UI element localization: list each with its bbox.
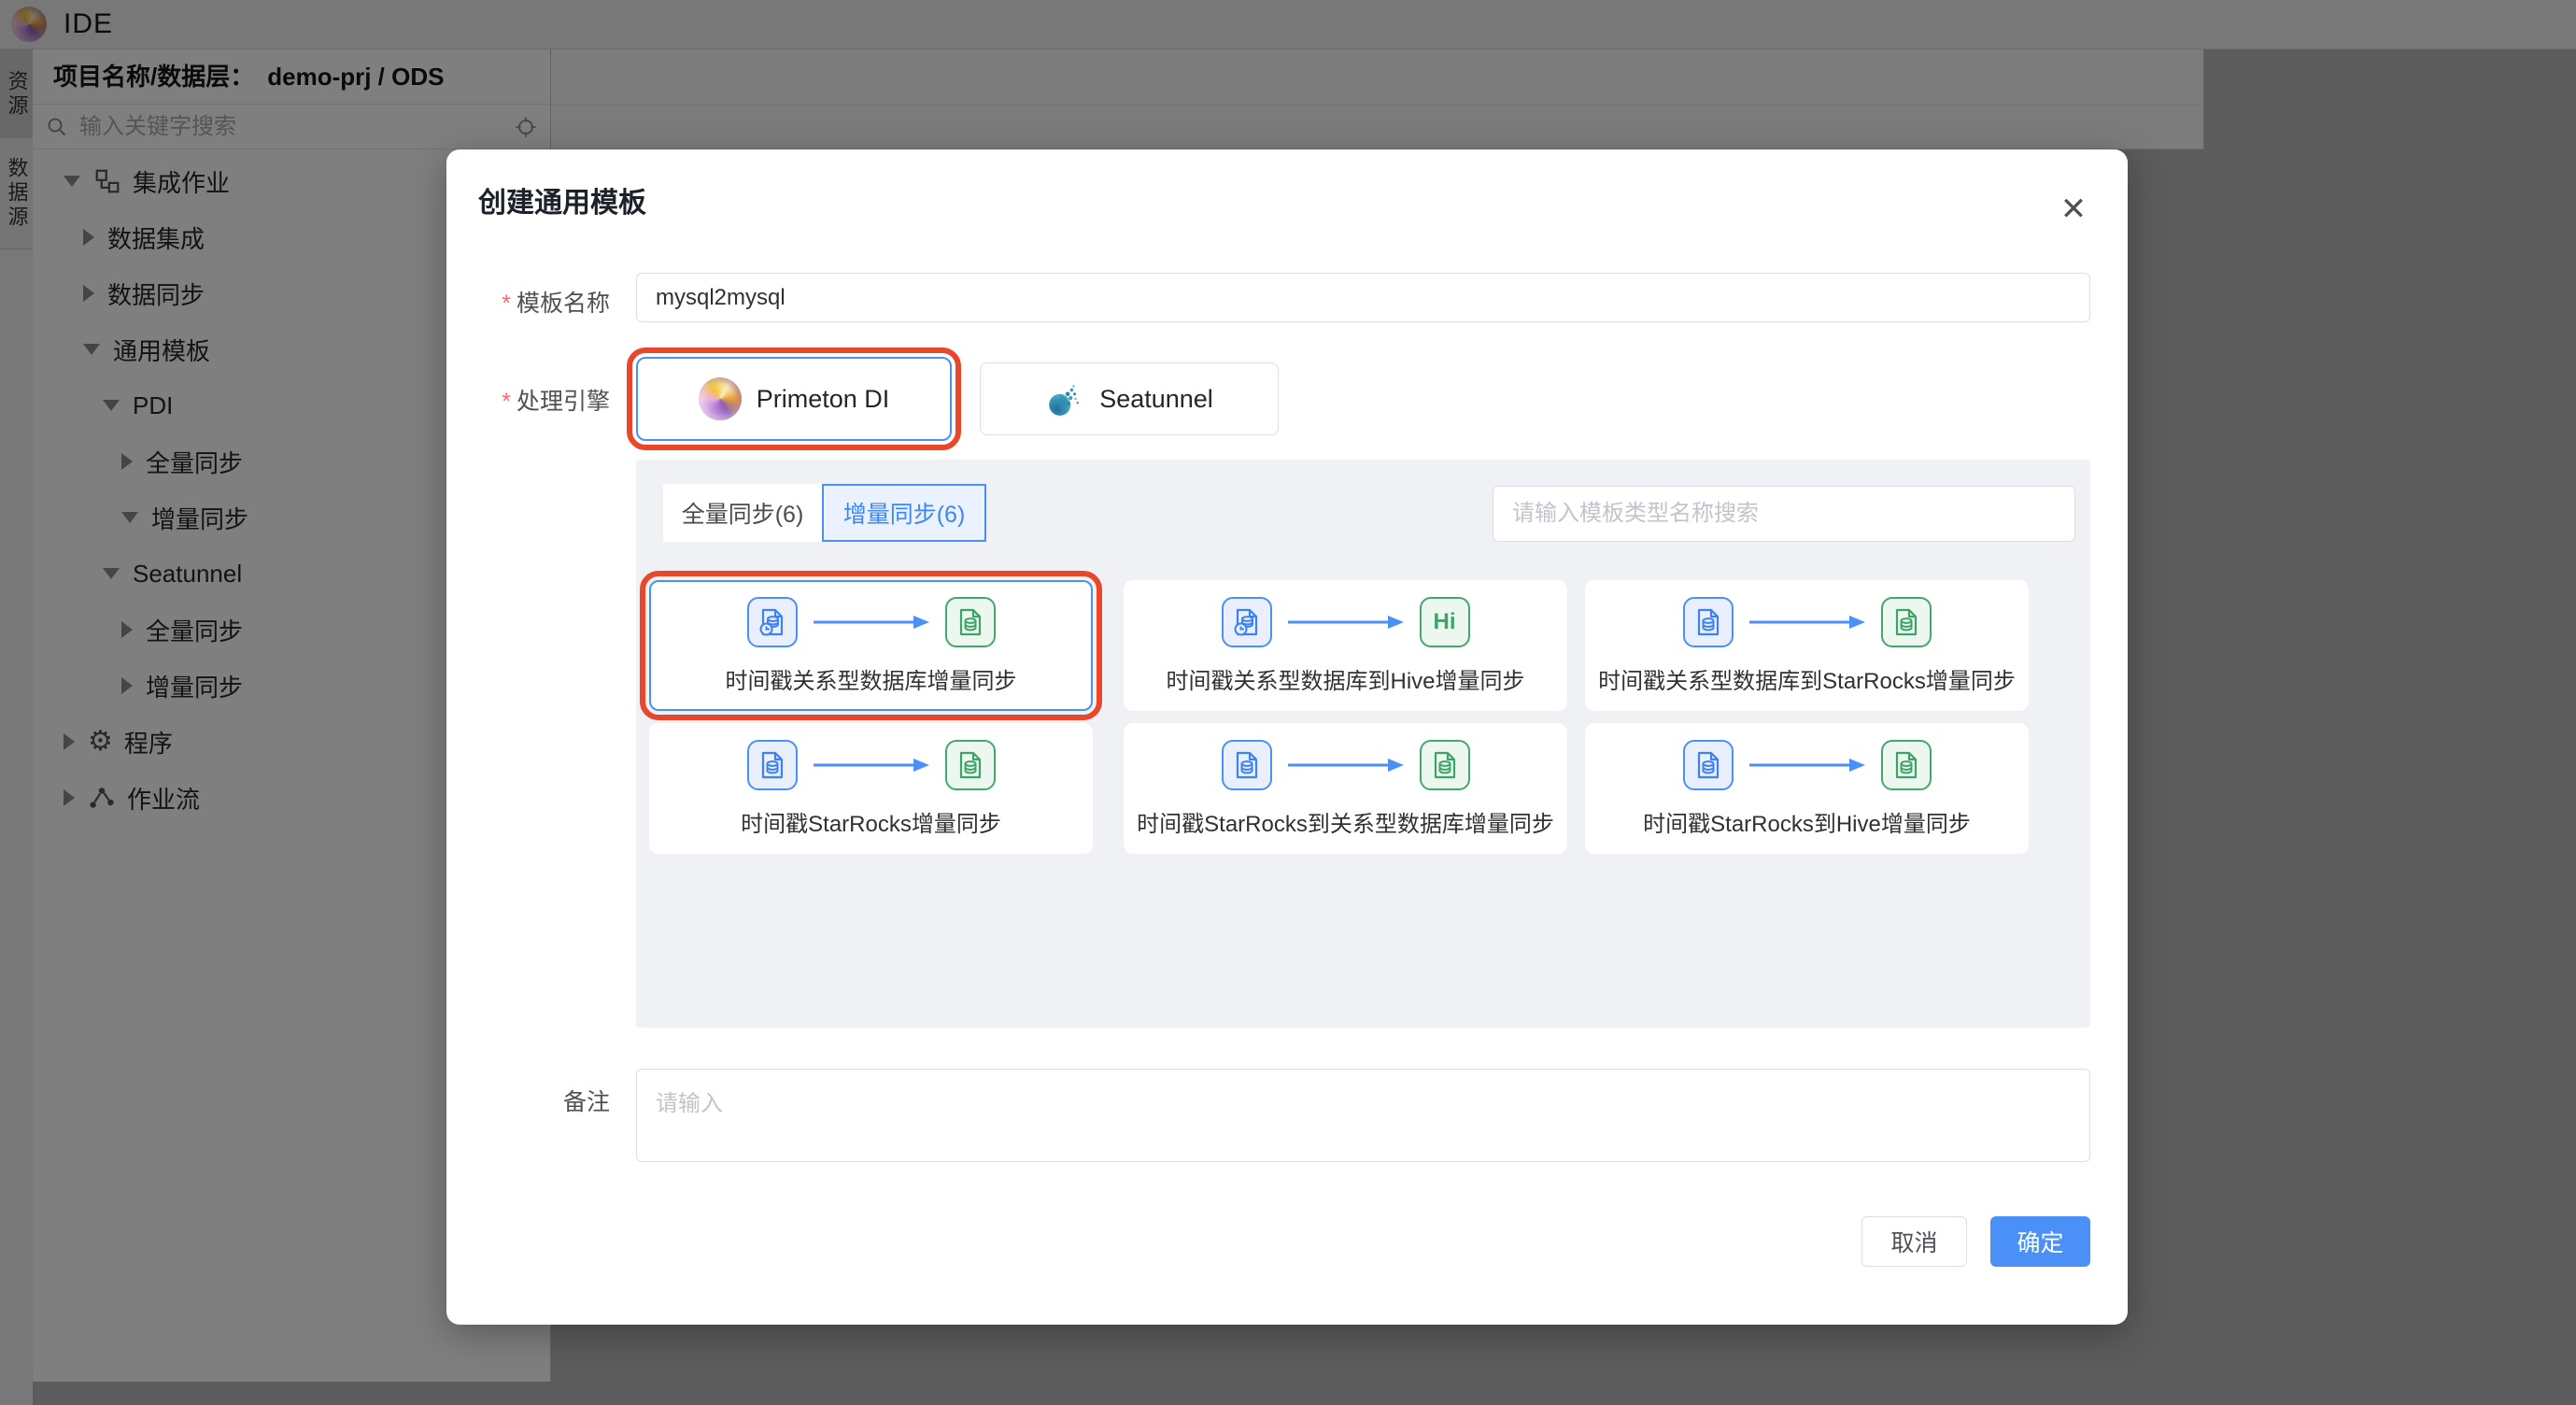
arrow-right-icon — [811, 757, 932, 773]
engine-options: Primeton DI Seatunnel — [627, 348, 1279, 450]
template-card-label: 时间戳关系型数据库到Hive增量同步 — [1166, 668, 1525, 694]
template-panel: 全量同步(6) 增量同步(6) 时间戳关系型数据库增量同步 Hi — [636, 460, 2090, 1028]
required-mark: * — [502, 291, 511, 317]
template-name-input[interactable] — [636, 273, 2090, 322]
required-mark: * — [502, 389, 511, 415]
engine-option-label: Seatunnel — [1099, 384, 1213, 413]
db-doc-blue-icon — [1682, 739, 1734, 790]
template-card-label: 时间戳关系型数据库增量同步 — [725, 668, 1017, 694]
db-doc-green-icon — [1880, 739, 1932, 790]
db-doc-blue-icon — [746, 739, 798, 790]
db-doc-green-icon — [1419, 739, 1470, 790]
primeton-di-logo-icon — [698, 377, 742, 420]
remark-label: 备注 — [562, 1089, 610, 1115]
db-doc-green-icon — [944, 596, 996, 647]
db-clock-blue-icon — [1221, 596, 1272, 647]
template-card-label: 时间戳StarRocks到Hive增量同步 — [1643, 811, 1971, 837]
template-card-starrocks-to-hive[interactable]: 时间戳StarRocks到Hive增量同步 — [1585, 723, 2029, 854]
card-icons — [746, 739, 996, 790]
template-card-label: 时间戳StarRocks增量同步 — [741, 811, 1001, 837]
ide-window: IDE 资源 数据源 项目名称/数据层：demo-prj / ODS 集成作业 … — [0, 0, 2576, 1405]
remark-textarea[interactable] — [636, 1069, 2090, 1162]
hive-icon: Hi — [1419, 596, 1470, 647]
template-search-input[interactable] — [1493, 486, 2075, 542]
arrow-right-icon — [1285, 614, 1407, 631]
arrow-right-icon — [1285, 757, 1407, 773]
template-tabs: 全量同步(6) 增量同步(6) — [663, 484, 986, 542]
template-card-starrocks-incremental[interactable]: 时间戳StarRocks增量同步 — [649, 723, 1093, 854]
template-name-label: * 模板名称 — [502, 291, 610, 317]
engine-option-primeton-di[interactable]: Primeton DI — [627, 348, 961, 450]
db-doc-blue-icon — [1682, 596, 1734, 647]
db-doc-green-icon — [1880, 596, 1932, 647]
template-card-rdb-to-hive[interactable]: Hi 时间戳关系型数据库到Hive增量同步 — [1124, 580, 1567, 711]
tab-incremental-sync[interactable]: 增量同步(6) — [822, 484, 986, 542]
template-card-rdb-incremental[interactable]: 时间戳关系型数据库增量同步 — [640, 571, 1102, 720]
card-icons — [746, 596, 996, 647]
card-icons — [1221, 739, 1470, 790]
arrow-right-icon — [1747, 757, 1868, 773]
engine-option-label: Primeton DI — [756, 384, 890, 413]
arrow-right-icon — [1747, 614, 1868, 631]
seatunnel-logo-icon — [1049, 385, 1079, 416]
arrow-right-icon — [811, 614, 932, 631]
template-card-starrocks-to-rdb[interactable]: 时间戳StarRocks到关系型数据库增量同步 — [1124, 723, 1567, 854]
db-doc-blue-icon — [1221, 739, 1272, 790]
card-icons — [1682, 739, 1932, 790]
dialog-title: 创建通用模板 — [478, 188, 646, 219]
template-card-label: 时间戳关系型数据库到StarRocks增量同步 — [1598, 668, 2016, 694]
engine-label: * 处理引擎 — [502, 389, 610, 415]
close-icon[interactable]: ✕ — [2053, 189, 2094, 230]
tab-full-sync[interactable]: 全量同步(6) — [663, 484, 822, 542]
db-clock-blue-icon — [746, 596, 798, 647]
db-doc-green-icon — [944, 739, 996, 790]
create-template-dialog: 创建通用模板 ✕ *模板名称 *处理引擎 Primeton DI Sea — [446, 149, 2128, 1325]
card-icons — [1682, 596, 1932, 647]
template-card-label: 时间戳StarRocks到关系型数据库增量同步 — [1137, 811, 1554, 837]
confirm-button[interactable]: 确定 — [1990, 1216, 2090, 1267]
card-icons: Hi — [1221, 596, 1470, 647]
template-card-rdb-to-starrocks[interactable]: 时间戳关系型数据库到StarRocks增量同步 — [1585, 580, 2029, 711]
engine-option-seatunnel[interactable]: Seatunnel — [980, 362, 1279, 435]
cancel-button[interactable]: 取消 — [1861, 1216, 1967, 1267]
